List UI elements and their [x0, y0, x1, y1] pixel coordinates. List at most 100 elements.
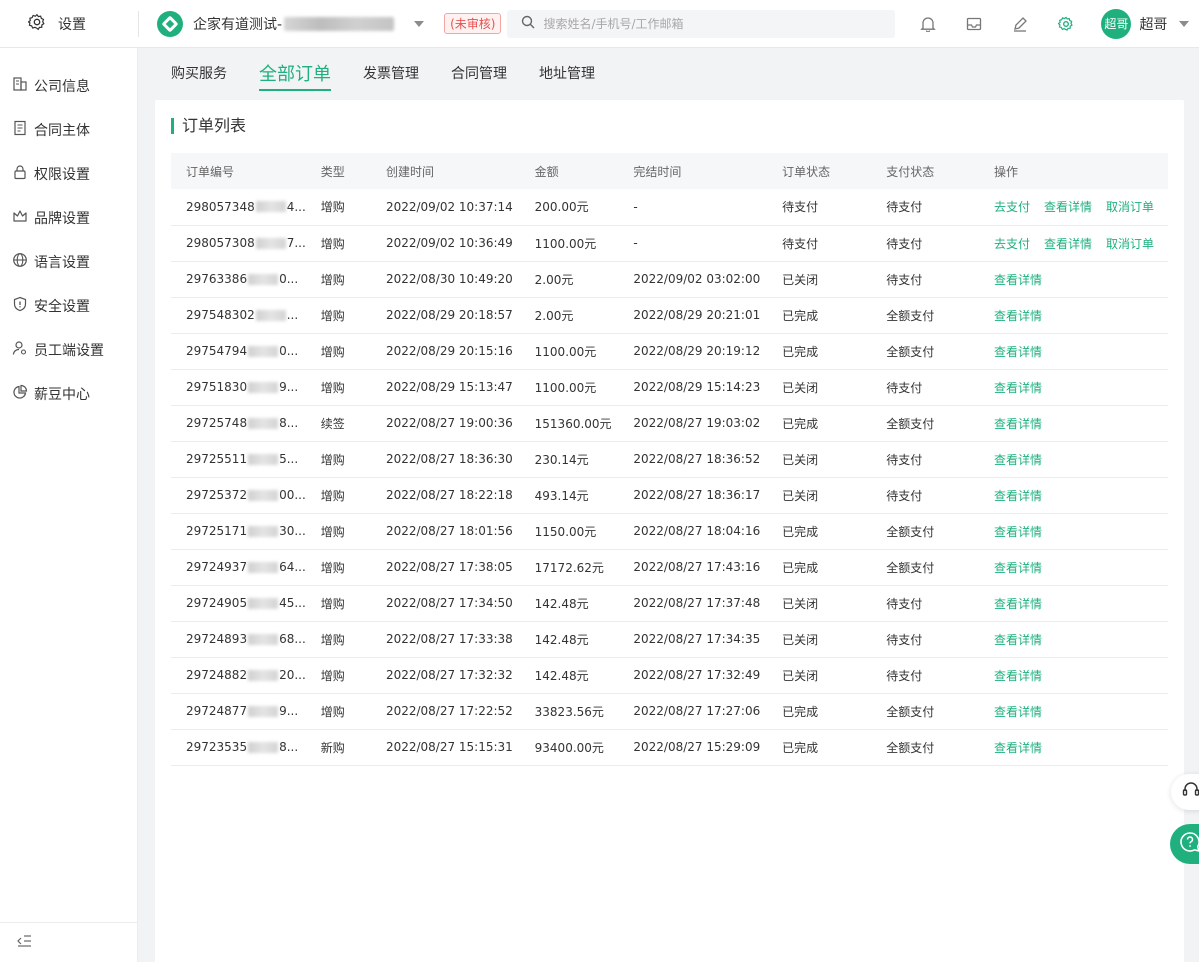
view-details-link[interactable]: 查看详情: [994, 525, 1042, 539]
order-type: 增购: [320, 272, 345, 287]
order-type: 增购: [320, 308, 345, 323]
view-details-link[interactable]: 查看详情: [994, 705, 1042, 719]
order-id-cell: 29724882 20...: [171, 657, 306, 693]
headset-icon: [1181, 780, 1199, 804]
actions-cell: 查看详情: [979, 549, 1168, 585]
cancel-order-link[interactable]: 取消订单: [1106, 237, 1154, 251]
finished-time: -: [633, 236, 638, 250]
pay-now-link[interactable]: 去支付: [994, 237, 1030, 251]
settings-title: 设置: [58, 16, 86, 33]
order-id-prefix: 29724882: [186, 668, 248, 682]
sidebar-item-company-info[interactable]: 公司信息: [0, 64, 137, 108]
order-type: 增购: [320, 344, 345, 359]
order-type: 增购: [320, 704, 345, 719]
order-id-suffix: 0...: [279, 272, 299, 286]
view-details-link[interactable]: 查看详情: [1044, 237, 1092, 251]
order-amount: 2.00元: [534, 272, 574, 287]
sidebar-collapse-button[interactable]: [0, 922, 137, 962]
pen-icon[interactable]: [997, 0, 1043, 48]
order-id-prefix: 29724905: [186, 596, 248, 610]
search-input[interactable]: [543, 16, 884, 31]
sidebar-item-label: 语言设置: [34, 255, 90, 271]
table-row: 29725372 00... 增购 2022/08/27 18:22:18 493.14…: [171, 477, 1168, 513]
user-menu[interactable]: 超哥 超哥: [1101, 8, 1190, 39]
page-title: 订单列表: [171, 118, 246, 134]
sidebar-item-contract-entity[interactable]: 合同主体: [0, 108, 137, 152]
view-details-link[interactable]: 查看详情: [994, 597, 1042, 611]
sidebar-item-beans[interactable]: 薪豆中心: [0, 372, 137, 416]
user-chevron-down-icon[interactable]: [1179, 20, 1190, 27]
table-row: 29724882 20... 增购 2022/08/27 17:32:32 142.48…: [171, 657, 1168, 693]
inbox-icon[interactable]: [951, 0, 997, 48]
pay-status: 待支付: [886, 596, 923, 611]
tab-contract[interactable]: 合同管理: [435, 48, 523, 98]
order-id-cell: 29723535 8...: [171, 729, 306, 765]
order-amount: 230.14元: [534, 452, 589, 467]
order-status: 已完成: [782, 560, 819, 575]
order-id-suffix: 0...: [279, 344, 299, 358]
order-id-prefix: 29754794: [186, 344, 248, 358]
sidebar-item-employee[interactable]: 员工端设置: [0, 328, 137, 372]
settings-home[interactable]: 设置: [0, 0, 138, 48]
orders-table: 订单编号 类型 创建时间 金额 完结时间 订单状态 支付状态 操作 298057…: [171, 153, 1168, 766]
view-details-link[interactable]: 查看详情: [994, 741, 1042, 755]
order-status: 已完成: [782, 344, 819, 359]
created-time: 2022/08/30 10:49:20: [385, 272, 513, 286]
view-details-link[interactable]: 查看详情: [994, 309, 1042, 323]
order-id-suffix: 4...: [286, 199, 306, 214]
view-details-link[interactable]: 查看详情: [994, 453, 1042, 467]
tab-invoice[interactable]: 发票管理: [347, 48, 435, 98]
order-id-prefix: 298057308: [186, 236, 255, 250]
view-details-link[interactable]: 查看详情: [994, 345, 1042, 359]
sidebar-item-brand[interactable]: 品牌设置: [0, 196, 137, 240]
top-header: 设置 企家有道测试- (未审核) 超哥 超哥: [0, 0, 1199, 48]
tab-buy-service[interactable]: 购买服务: [155, 48, 243, 98]
finished-time: 2022/08/27 17:43:16: [633, 560, 761, 574]
order-status: 已关闭: [782, 380, 819, 395]
order-id-prefix: 29725748: [186, 416, 248, 430]
tab-all-orders[interactable]: 全部订单: [243, 48, 347, 98]
view-details-link[interactable]: 查看详情: [994, 417, 1042, 431]
cancel-order-link[interactable]: 取消订单: [1106, 200, 1154, 214]
order-id-suffix: ...: [286, 308, 299, 322]
order-amount: 142.48元: [534, 596, 589, 611]
created-time: 2022/08/27 18:36:30: [385, 452, 513, 466]
view-details-link[interactable]: 查看详情: [1044, 200, 1092, 214]
pay-now-link[interactable]: 去支付: [994, 200, 1030, 214]
order-id-cell: 29754794 0...: [171, 333, 306, 369]
tab-address[interactable]: 地址管理: [523, 48, 611, 98]
order-id-prefix: 29763386: [186, 272, 248, 286]
order-type: 增购: [320, 452, 345, 467]
view-details-link[interactable]: 查看详情: [994, 381, 1042, 395]
view-details-link[interactable]: 查看详情: [994, 669, 1042, 683]
order-id-prefix: 29725511: [186, 452, 248, 466]
order-type: 增购: [320, 560, 345, 575]
customer-service-button[interactable]: [1171, 774, 1199, 810]
table-row: 29724937 64... 增购 2022/08/27 17:38:05 17172.…: [171, 549, 1168, 585]
view-details-link[interactable]: 查看详情: [994, 273, 1042, 287]
table-row: 297548302... 增购 2022/08/29 20:18:57 2.00元 20…: [171, 297, 1168, 333]
bell-icon[interactable]: [905, 0, 951, 48]
created-time: 2022/08/27 18:22:18: [385, 488, 513, 502]
table-row: 298057348 4... 增购 2022/09/02 10:37:14 200.00…: [171, 189, 1168, 225]
order-status: 已关闭: [782, 452, 819, 467]
person-icon: [12, 340, 28, 360]
sidebar-item-permissions[interactable]: 权限设置: [0, 152, 137, 196]
view-details-link[interactable]: 查看详情: [994, 561, 1042, 575]
finished-time: 2022/08/29 20:19:12: [633, 344, 761, 358]
view-details-link[interactable]: 查看详情: [994, 633, 1042, 647]
table-row: 29724905 45... 增购 2022/08/27 17:34:50 142.48…: [171, 585, 1168, 621]
sidebar-item-security[interactable]: 安全设置: [0, 284, 137, 328]
actions-cell: 查看详情: [979, 333, 1168, 369]
org-switcher[interactable]: 企家有道测试- (未审核): [157, 10, 502, 37]
sidebar-item-label: 安全设置: [34, 299, 90, 315]
blurred-order-digits: [248, 345, 279, 357]
order-id-suffix: 5...: [279, 452, 299, 466]
view-details-link[interactable]: 查看详情: [994, 489, 1042, 503]
chevron-down-icon[interactable]: [414, 20, 425, 27]
pay-status: 全额支付: [886, 308, 935, 323]
sidebar-item-language[interactable]: 语言设置: [0, 240, 137, 284]
settings-gear-icon[interactable]: [1043, 0, 1089, 48]
order-amount: 1100.00元: [534, 380, 597, 395]
order-id-suffix: 9...: [279, 380, 299, 394]
